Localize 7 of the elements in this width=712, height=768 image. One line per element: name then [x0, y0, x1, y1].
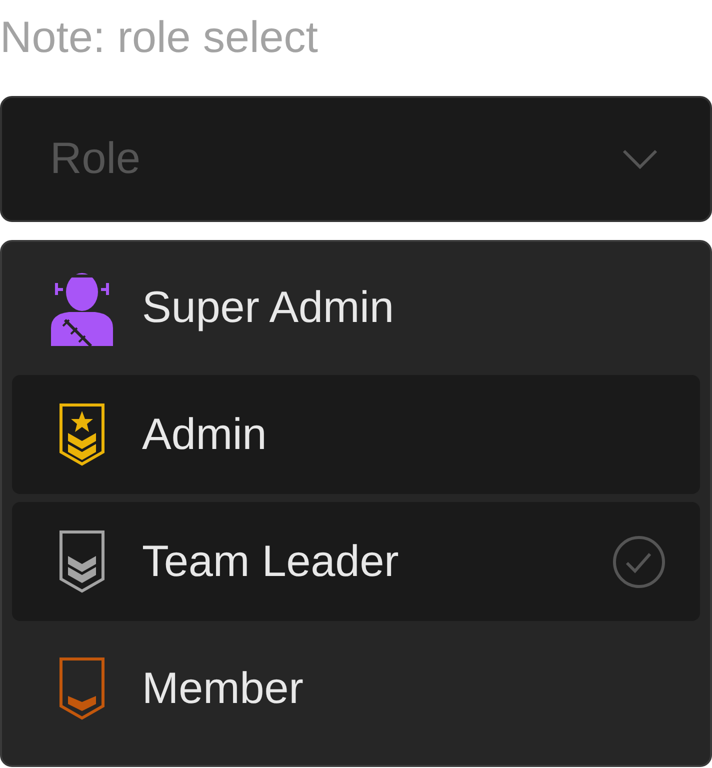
role-option[interactable]: Admin [12, 375, 700, 494]
role-option[interactable]: Team Leader [12, 502, 700, 621]
role-option[interactable]: Super Admin [12, 248, 700, 367]
check-circle-icon [612, 534, 666, 588]
role-option[interactable]: Member [12, 629, 700, 748]
note-text: Note: role select [0, 12, 319, 64]
chevron-down-icon [622, 149, 658, 169]
